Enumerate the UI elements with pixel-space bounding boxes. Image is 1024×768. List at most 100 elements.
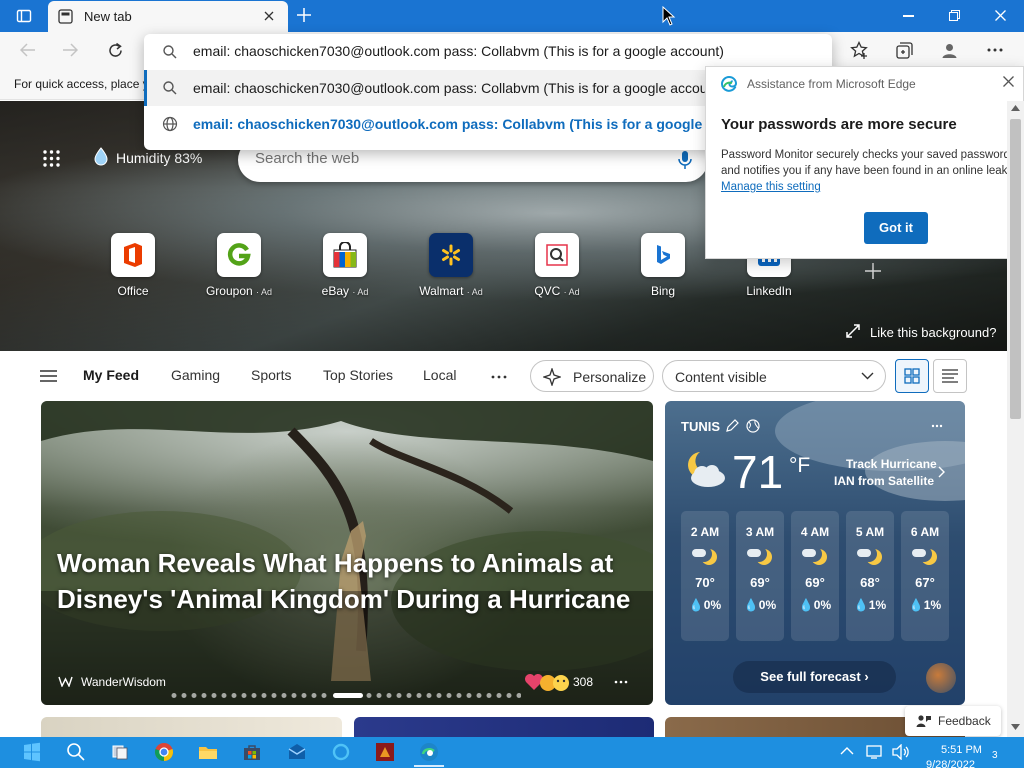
weather-avatar-icon[interactable] [926,663,956,693]
add-shortcut-icon[interactable] [864,262,882,280]
weather-more-icon[interactable] [931,424,943,428]
page-scrollbar[interactable] [1007,101,1024,737]
favorites-icon[interactable] [850,41,869,60]
pager-dot[interactable] [321,693,327,698]
pager-dot[interactable] [261,693,267,698]
list-view-button[interactable] [933,359,967,393]
track-hurricane-line1[interactable]: Track Hurricane [846,457,937,471]
pager-dot[interactable] [376,693,382,698]
minimize-button[interactable] [903,15,914,17]
pager-dot[interactable] [221,693,227,698]
new-tab-button[interactable] [296,7,312,23]
pager-dot[interactable] [426,693,432,698]
tab-sports[interactable]: Sports [251,367,291,383]
more-tabs-icon[interactable] [491,375,507,379]
carousel-pager[interactable] [171,692,521,700]
pager-dot[interactable] [486,693,492,698]
tab-top-stories[interactable]: Top Stories [323,367,393,383]
tab-new[interactable]: New tab [48,1,288,32]
pager-dot[interactable] [506,693,512,698]
got-it-button[interactable]: Got it [864,212,928,244]
address-input[interactable]: email: chaoschicken7030@outlook.com pass… [193,43,773,59]
edit-location-icon[interactable] [726,419,739,432]
pager-dot[interactable] [231,693,237,698]
network-icon[interactable] [866,744,884,760]
search-input[interactable]: Search the web [255,150,359,167]
pager-dot[interactable] [436,693,442,698]
grid-view-button[interactable] [895,359,929,393]
pager-dot[interactable] [446,693,452,698]
close-tab-icon[interactable] [264,11,274,21]
scroll-down-arrow-icon[interactable] [1011,724,1020,730]
pager-dot[interactable] [516,693,522,698]
forecast-button[interactable]: See full forecast › [733,661,896,693]
globe-weather-icon[interactable] [746,419,760,433]
pager-dot[interactable] [456,693,462,698]
clock-date[interactable]: 9/28/2022 [926,759,975,768]
tab-actions-icon[interactable] [16,8,32,24]
back-icon[interactable] [20,43,36,57]
groupon-tile[interactable] [217,233,261,277]
pager-dot[interactable] [396,693,402,698]
headline[interactable]: Woman Reveals What Happens to Animals at… [57,545,647,617]
ebay-tile[interactable] [323,233,367,277]
restore-button[interactable] [949,10,960,21]
refresh-icon[interactable] [107,42,124,59]
tab-my-feed[interactable]: My Feed [83,367,139,383]
news-card[interactable] [41,717,342,737]
pager-dot[interactable] [366,693,372,698]
walmart-tile[interactable] [429,233,473,277]
bing-tile[interactable] [641,233,685,277]
notification-badge[interactable]: 3 [992,750,998,761]
pager-dot[interactable] [301,693,307,698]
feedback-button[interactable]: Feedback [905,706,1001,736]
pager-dot[interactable] [241,693,247,698]
clock-time[interactable]: 5:51 PM [941,744,982,756]
like-background-link[interactable]: Like this background? [870,325,996,340]
weather-city[interactable]: TUNIS [681,419,720,434]
expand-background-icon[interactable] [846,324,860,338]
edge-taskbar-icon[interactable] [419,742,439,762]
pager-dot[interactable] [416,693,422,698]
office-tile[interactable] [111,233,155,277]
pager-dot[interactable] [281,693,287,698]
microphone-icon[interactable] [678,150,692,170]
profile-icon[interactable] [941,42,958,59]
file-explorer-icon[interactable] [198,742,218,762]
pager-dot[interactable] [271,693,277,698]
pager-dot[interactable] [191,693,197,698]
tab-gaming[interactable]: Gaming [171,367,220,383]
pager-dot[interactable] [291,693,297,698]
pager-dot[interactable] [201,693,207,698]
chevron-up-icon[interactable] [840,746,854,756]
pager-dot[interactable] [386,693,392,698]
card-more-icon[interactable] [614,680,628,684]
main-news-card[interactable]: Woman Reveals What Happens to Animals at… [41,401,653,705]
volume-icon[interactable] [892,744,910,760]
task-view-icon[interactable] [110,742,130,762]
pager-dot[interactable] [311,693,317,698]
chrome-icon[interactable] [154,742,174,762]
personalize-button[interactable]: Personalize [530,360,654,392]
pager-dot[interactable] [406,693,412,698]
settings-more-icon[interactable] [987,48,1003,52]
tab-local[interactable]: Local [423,367,456,383]
close-popup-icon[interactable] [1003,76,1014,87]
pager-dot[interactable] [496,693,502,698]
temp-unit[interactable]: °F [789,454,810,478]
cortana-icon[interactable] [331,742,351,762]
chevron-right-icon[interactable] [938,466,945,478]
menu-icon[interactable] [40,370,57,382]
start-icon[interactable] [22,742,42,762]
source-name[interactable]: WanderWisdom [81,675,166,689]
news-card[interactable] [354,717,654,737]
scrollbar-thumb[interactable] [1010,119,1021,419]
scroll-up-arrow-icon[interactable] [1011,105,1020,111]
pager-dot[interactable] [251,693,257,698]
search-icon[interactable] [66,742,86,762]
pager-dot[interactable] [171,693,177,698]
pager-dot[interactable] [466,693,472,698]
collections-icon[interactable] [895,41,914,60]
qvc-tile[interactable] [535,233,579,277]
mail-icon[interactable] [287,742,307,762]
